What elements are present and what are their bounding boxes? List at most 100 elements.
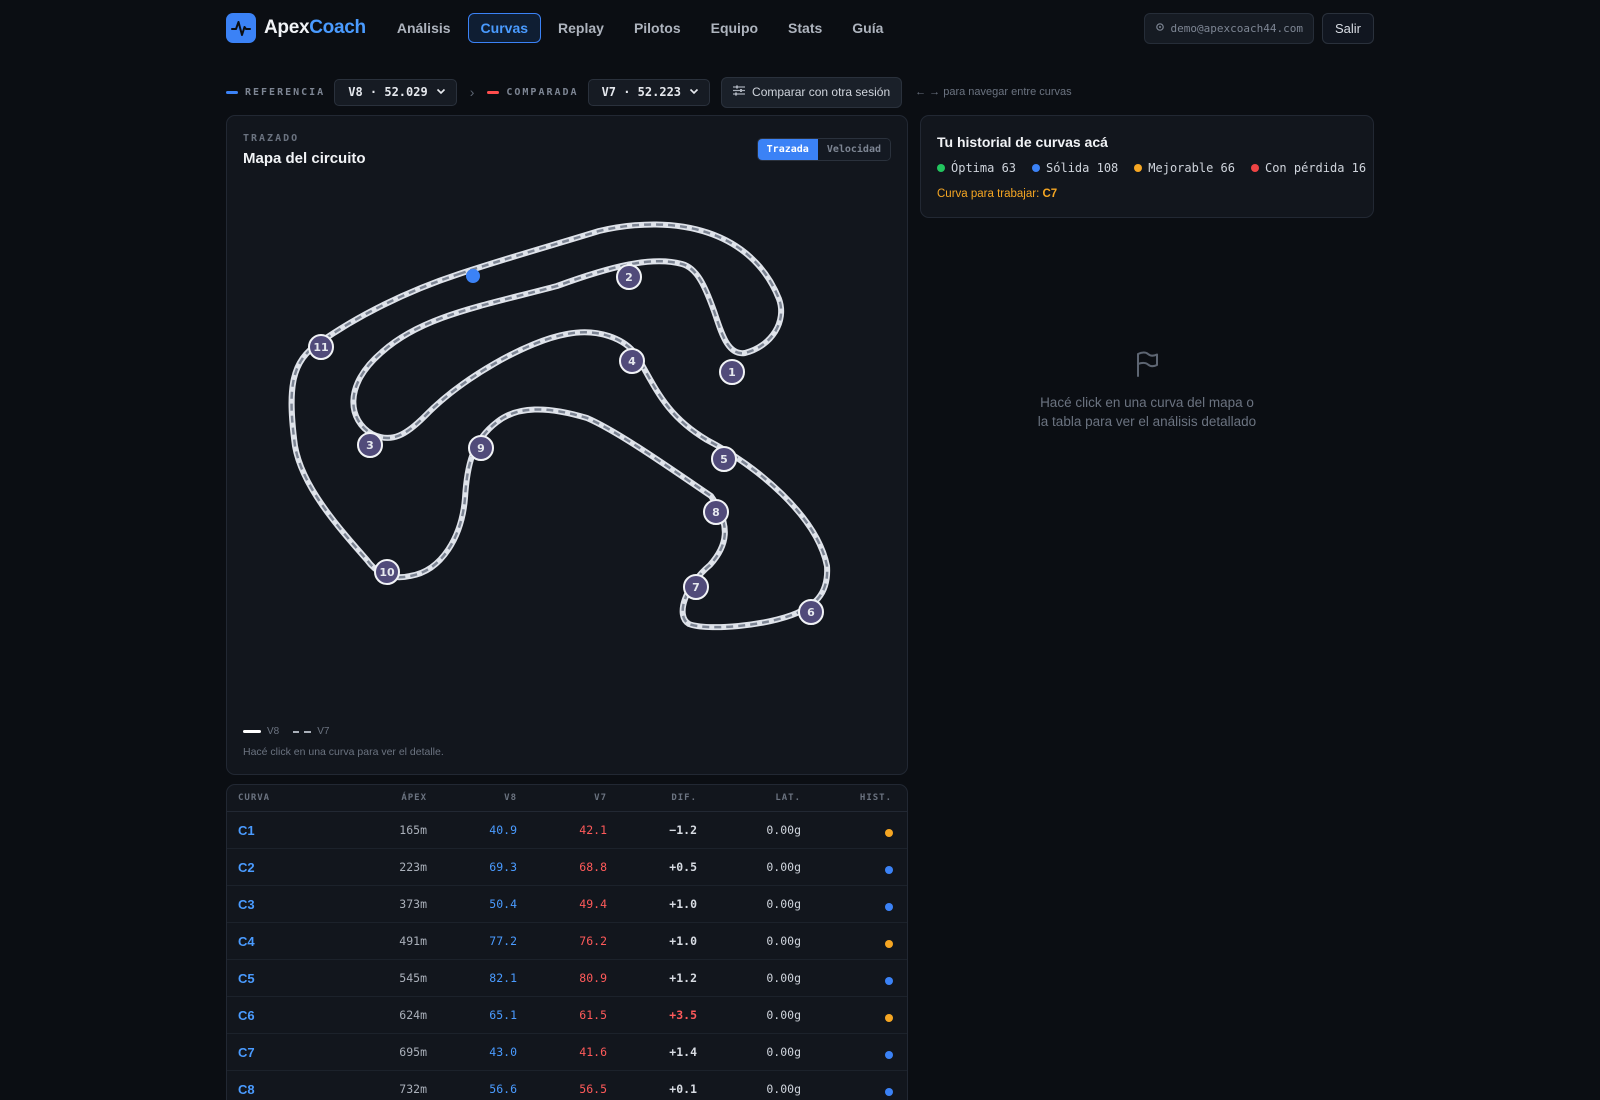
speed-v7: 61.5	[579, 1008, 607, 1022]
turn-marker-label: 11	[313, 341, 328, 354]
lap-compare-bar: REFERENCIA V8 · 52.029 › COMPARADA V7 · …	[226, 76, 1072, 108]
speed-v7: 56.5	[579, 1082, 607, 1096]
turn-marker[interactable]: 8	[703, 499, 729, 525]
gear-icon	[1155, 22, 1165, 35]
stat-con-perdida: Con pérdida 16	[1250, 161, 1366, 175]
col-lat[interactable]: LAT.	[697, 793, 801, 803]
turn-marker-label: 4	[628, 355, 636, 368]
turn-marker[interactable]: 7	[683, 574, 709, 600]
table-row[interactable]: C7 695m 43.0 41.6 +1.4 0.00g	[227, 1034, 907, 1071]
apex-distance: 695m	[399, 1045, 427, 1059]
sliders-icon	[733, 85, 746, 99]
col-v8[interactable]: V8	[427, 793, 517, 803]
user-account-chip[interactable]: demo@apexcoach44.com	[1143, 12, 1314, 44]
map-footer-hint: Hacé click en una curva para ver el deta…	[243, 746, 444, 758]
stat-optima: Óptima 63	[937, 161, 1016, 175]
curve-to-work-on-value[interactable]: C7	[1042, 188, 1057, 200]
col-curva[interactable]: CURVA	[227, 793, 337, 803]
app-logo[interactable]: ApexCoach	[226, 13, 366, 43]
reference-lap-select[interactable]: V8 · 52.029	[334, 78, 457, 106]
nav-pilotos[interactable]: Pilotos	[621, 13, 694, 43]
nav-stats[interactable]: Stats	[775, 13, 835, 43]
lateral-g: 0.00g	[766, 823, 801, 837]
table-row[interactable]: C3 373m 50.4 49.4 +1.0 0.00g	[227, 886, 907, 923]
lateral-g: 0.00g	[766, 897, 801, 911]
turn-marker[interactable]: 1	[719, 359, 745, 385]
turn-marker[interactable]: 10	[374, 559, 400, 585]
nav-replay[interactable]: Replay	[545, 13, 617, 43]
turn-marker[interactable]: 2	[616, 264, 642, 290]
keyboard-navigation-hint: ← → para navegar entre curvas	[915, 86, 1072, 98]
speed-v8: 50.4	[489, 897, 517, 911]
status-dot	[1250, 164, 1259, 172]
curve-history-card: Tu historial de curvas acá Óptima 63 Sól…	[920, 115, 1374, 218]
turn-marker[interactable]: 9	[468, 435, 494, 461]
apex-distance: 165m	[399, 823, 427, 837]
curve-name: C2	[238, 859, 255, 875]
status-dot	[885, 828, 893, 837]
table-row[interactable]: C1 165m 40.9 42.1 −1.2 0.00g	[227, 812, 907, 849]
map-legend: V8 V7	[243, 726, 329, 737]
col-hist[interactable]: HIST.	[801, 793, 901, 803]
col-v7[interactable]: V7	[517, 793, 607, 803]
compare-other-session-button[interactable]: Comparar con otra sesión	[721, 76, 903, 108]
turn-marker-label: 10	[379, 566, 395, 579]
nav-curvas[interactable]: Curvas	[467, 13, 542, 43]
speed-diff: +1.4	[669, 1045, 697, 1059]
curve-name: C6	[238, 1007, 255, 1023]
speed-diff: +3.5	[669, 1008, 697, 1022]
col-apex[interactable]: ÁPEX	[337, 793, 427, 803]
legend-cmp: V7	[293, 726, 329, 737]
speed-v8: 69.3	[489, 860, 517, 874]
table-row[interactable]: C6 624m 65.1 61.5 +3.5 0.00g	[227, 997, 907, 1034]
compared-label: COMPARADA	[506, 86, 579, 98]
circuit-track-map[interactable]: 1 2 3 4 5 6 7 8 9 10 11	[227, 116, 909, 716]
logout-button[interactable]: Salir	[1321, 12, 1374, 44]
speed-v7: 41.6	[579, 1045, 607, 1059]
speed-v8: 77.2	[489, 934, 517, 948]
history-status	[801, 1009, 901, 1022]
nav-equipo[interactable]: Equipo	[698, 13, 771, 43]
col-dif[interactable]: DIF.	[607, 793, 697, 803]
speed-v8: 82.1	[489, 971, 517, 985]
top-navigation-bar: ApexCoach Análisis Curvas Replay Pilotos…	[226, 12, 1374, 44]
status-dot	[885, 1013, 893, 1022]
nav-guia[interactable]: Guía	[839, 13, 896, 43]
turn-marker[interactable]: 6	[798, 599, 824, 625]
curve-name: C7	[238, 1044, 255, 1060]
table-row[interactable]: C5 545m 82.1 80.9 +1.2 0.00g	[227, 960, 907, 997]
lateral-g: 0.00g	[766, 1008, 801, 1022]
apex-distance: 624m	[399, 1008, 427, 1022]
turn-marker[interactable]: 3	[357, 432, 383, 458]
lateral-g: 0.00g	[766, 971, 801, 985]
user-email: demo@apexcoach44.com	[1170, 21, 1303, 35]
speed-v7: 68.8	[579, 860, 607, 874]
curve-name: C1	[238, 822, 255, 838]
compared-lap-select[interactable]: V7 · 52.223	[587, 78, 711, 106]
turn-marker[interactable]: 4	[619, 348, 645, 374]
status-dot	[885, 902, 893, 911]
apex-distance: 223m	[399, 860, 427, 874]
stat-solida: Sólida 108	[1032, 161, 1118, 175]
lateral-g: 0.00g	[766, 860, 801, 874]
speed-v7: 49.4	[579, 897, 607, 911]
circuit-map-card: TRAZADO Mapa del circuito Trazada Veloci…	[226, 115, 908, 775]
table-header: CURVA ÁPEX V8 V7 DIF. LAT. HIST.	[227, 785, 907, 812]
lateral-g: 0.00g	[766, 934, 801, 948]
speed-diff: +1.0	[669, 934, 697, 948]
table-row[interactable]: C8 732m 56.6 56.5 +0.1 0.00g	[227, 1071, 907, 1100]
chevron-right-icon: ›	[469, 84, 475, 100]
turn-marker[interactable]: 11	[308, 334, 334, 360]
legend-cmp-label: V7	[317, 726, 330, 737]
table-row[interactable]: C2 223m 69.3 68.8 +0.5 0.00g	[227, 849, 907, 886]
status-dot	[1032, 164, 1041, 172]
speed-diff: +1.2	[669, 971, 697, 985]
curve-name: C3	[238, 896, 255, 912]
table-row[interactable]: C4 491m 77.2 76.2 +1.0 0.00g	[227, 923, 907, 960]
speed-diff: +0.1	[669, 1082, 697, 1096]
turn-marker[interactable]: 5	[711, 446, 737, 472]
history-title: Tu historial de curvas acá	[937, 134, 1108, 150]
nav-analisis[interactable]: Análisis	[384, 13, 464, 43]
speed-v8: 65.1	[489, 1008, 517, 1022]
main-nav: Análisis Curvas Replay Pilotos Equipo St…	[384, 13, 897, 43]
